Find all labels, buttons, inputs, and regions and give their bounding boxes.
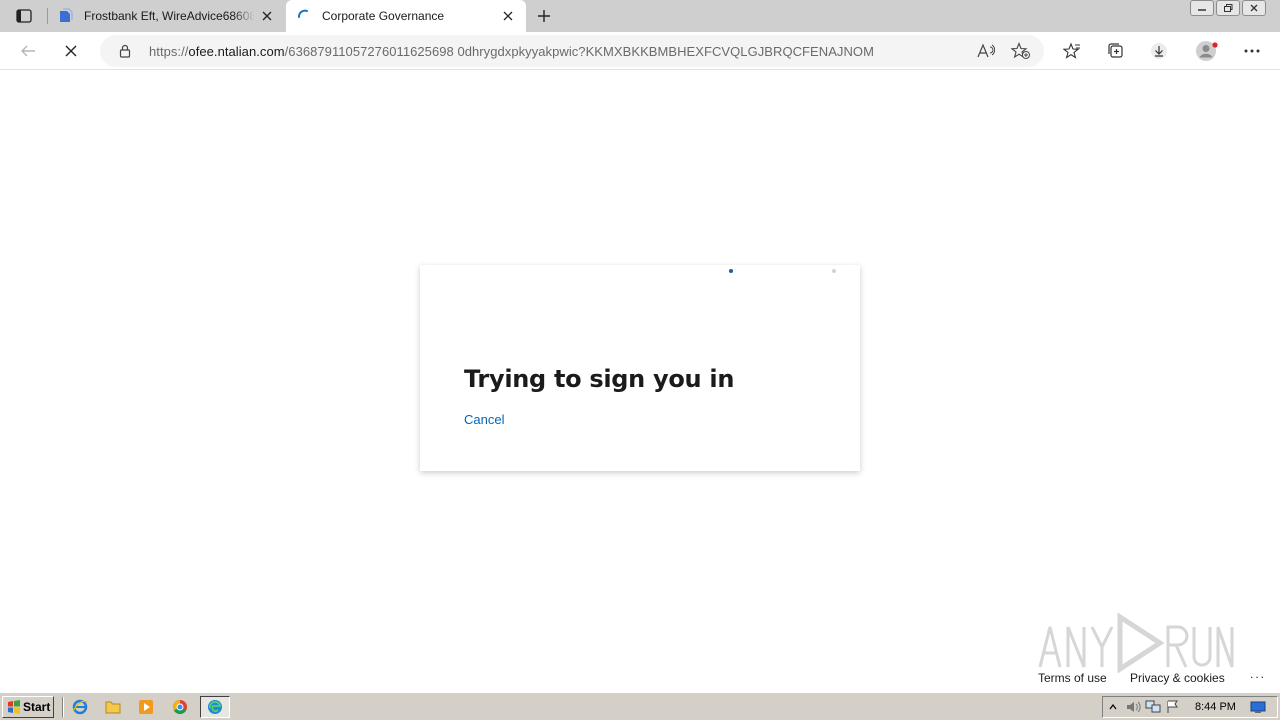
url-host: ofee.ntalian.com [188, 44, 285, 59]
profile-button[interactable] [1194, 39, 1220, 63]
download-icon [1151, 43, 1167, 59]
read-aloud-button[interactable] [976, 42, 996, 60]
profile-avatar-icon [1196, 41, 1218, 61]
taskbar-clock[interactable]: 8:44 PM [1195, 701, 1236, 713]
cancel-link[interactable]: Cancel [464, 412, 504, 427]
url-path: /63687911057276011625698 0dhrygdxpkyyakp… [284, 44, 874, 59]
restore-button[interactable] [1216, 0, 1240, 16]
folder-icon [105, 701, 121, 714]
media-player-icon [139, 700, 153, 714]
show-hidden-icons-button[interactable] [1103, 699, 1123, 715]
terms-of-use-link[interactable]: Terms of use [1038, 671, 1107, 685]
volume-button[interactable] [1123, 699, 1143, 715]
stop-icon [65, 45, 77, 57]
url-text[interactable]: https://ofee.ntalian.com/636879110572760… [149, 44, 874, 59]
action-center-button[interactable] [1163, 699, 1183, 715]
privacy-cookies-link[interactable]: Privacy & cookies [1130, 671, 1225, 685]
network-icon [1145, 700, 1161, 713]
url-scheme: https:// [149, 44, 189, 59]
window-controls [1190, 0, 1266, 18]
edge-taskbar-button[interactable] [200, 696, 230, 718]
favorites-button[interactable] [1059, 39, 1085, 63]
chrome-icon [173, 700, 187, 714]
read-aloud-icon [977, 43, 995, 58]
collections-icon [1108, 43, 1123, 58]
tab-actions-icon [16, 9, 32, 23]
internet-explorer-launcher[interactable] [70, 698, 90, 716]
system-tray: 8:44 PM [1102, 696, 1278, 718]
chevron-up-icon [1109, 704, 1117, 710]
taskbar-separator [62, 697, 64, 717]
flag-icon [1167, 700, 1178, 713]
downloads-button[interactable] [1146, 39, 1172, 63]
signin-card: Trying to sign you in Cancel [420, 265, 860, 471]
close-tab-icon[interactable] [500, 8, 516, 24]
loading-spinner-icon [298, 9, 308, 18]
tab-frostbank[interactable]: Frostbank Eft, WireAdvice686086 [48, 0, 285, 32]
collections-button[interactable] [1103, 39, 1129, 63]
show-desktop-icon [1250, 701, 1266, 713]
windows-flag-icon [8, 700, 20, 714]
star-add-icon [1011, 42, 1030, 59]
signin-title: Trying to sign you in [464, 365, 735, 393]
new-tab-button[interactable] [532, 5, 556, 27]
address-bar[interactable]: https://ofee.ntalian.com/636879110572760… [100, 35, 1044, 67]
tab-actions-button[interactable] [8, 4, 40, 28]
tab-strip: Frostbank Eft, WireAdvice686086 Corporat… [0, 0, 1280, 32]
tab-title: Corporate Governance [322, 9, 445, 23]
anyrun-watermark-logo [1038, 612, 1234, 673]
plus-icon [538, 10, 550, 22]
progress-dot [832, 269, 836, 273]
media-player-launcher[interactable] [136, 698, 156, 716]
progress-dot [729, 269, 733, 273]
browser-toolbar: https://ofee.ntalian.com/636879110572760… [0, 32, 1280, 70]
favorites-icon [1063, 42, 1080, 59]
tab-title: Frostbank Eft, WireAdvice686086 [84, 9, 254, 23]
minimize-button[interactable] [1190, 0, 1214, 16]
stop-loading-button[interactable] [58, 39, 84, 63]
minimize-icon [1198, 9, 1206, 11]
add-favorite-button[interactable] [1011, 42, 1031, 60]
edge-icon [208, 700, 222, 714]
back-button[interactable] [15, 39, 41, 63]
settings-more-button[interactable] [1239, 39, 1265, 63]
speaker-icon [1127, 701, 1141, 713]
chrome-launcher[interactable] [170, 698, 190, 716]
document-favicon-icon [60, 8, 73, 22]
back-arrow-icon [21, 45, 35, 57]
internet-explorer-icon [72, 699, 88, 715]
close-window-button[interactable] [1242, 0, 1266, 16]
close-icon [1250, 4, 1258, 12]
start-label: Start [23, 700, 51, 714]
restore-icon [1224, 4, 1233, 12]
more-options-link[interactable]: ... [1250, 667, 1266, 681]
taskbar: Start 8:44 PM [0, 692, 1280, 720]
close-tab-icon[interactable] [259, 8, 275, 24]
tab-corporate-governance[interactable]: Corporate Governance [286, 0, 526, 32]
page-content: Trying to sign you in Cancel Terms of us… [0, 71, 1280, 692]
ellipsis-icon [1244, 49, 1260, 53]
start-button[interactable]: Start [2, 696, 54, 718]
show-desktop-button[interactable] [1248, 699, 1268, 715]
file-explorer-launcher[interactable] [103, 698, 123, 716]
network-button[interactable] [1143, 699, 1163, 715]
lock-icon[interactable] [118, 44, 132, 58]
